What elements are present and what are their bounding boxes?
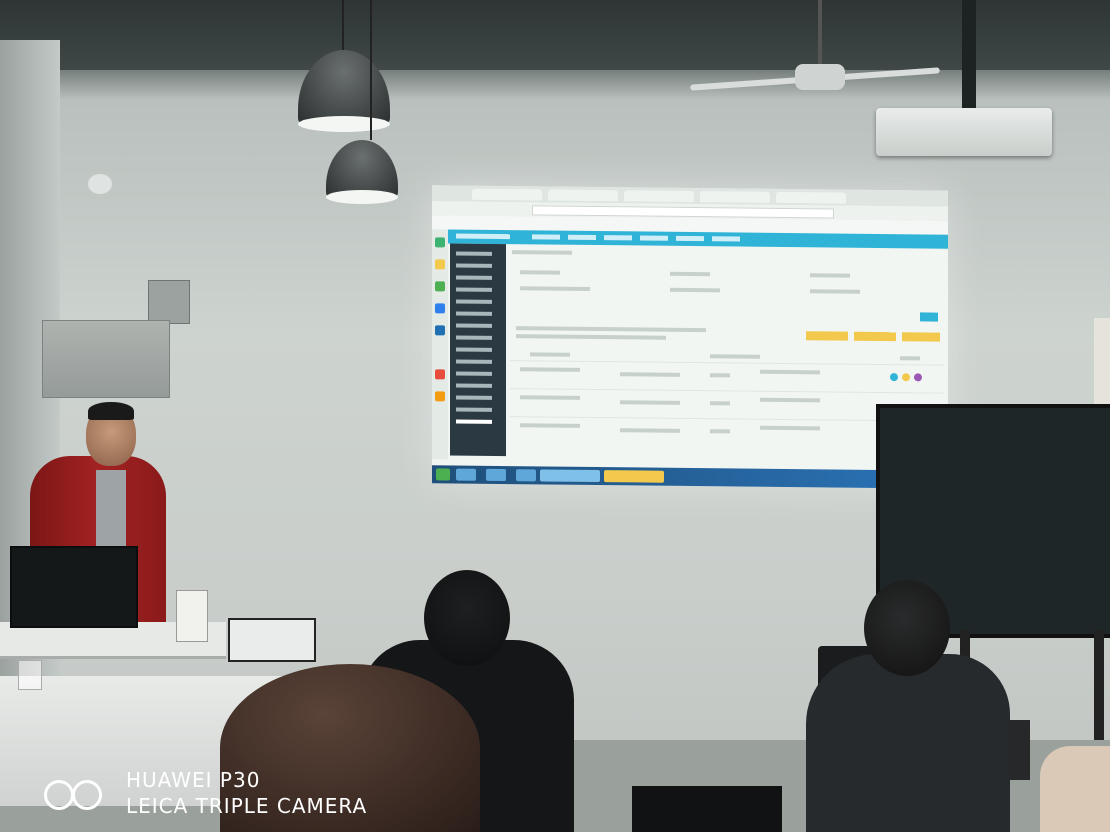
- browser-tab: [700, 191, 770, 203]
- app-icon: [435, 237, 445, 248]
- app-icon: [435, 303, 445, 314]
- presenter-hair: [88, 402, 134, 420]
- watermark-camera: LEICA TRIPLE CAMERA: [126, 794, 368, 818]
- browser-tab: [624, 190, 694, 203]
- left-app-icons: [432, 229, 448, 460]
- app-icon: [435, 391, 445, 402]
- browser-tab: [776, 191, 846, 204]
- action-icon[interactable]: [902, 373, 910, 382]
- milk-carton: [176, 590, 208, 642]
- projector: [876, 108, 1052, 156]
- plastic-cup: [18, 660, 42, 690]
- wall-sign: [1094, 318, 1110, 408]
- tv-stand-leg: [1094, 630, 1104, 740]
- windows-taskbar: [432, 465, 948, 489]
- table-row: [510, 360, 944, 388]
- wall-switch-box: [148, 280, 190, 324]
- toolbar-button[interactable]: [854, 331, 896, 342]
- audience-head-right: [864, 580, 950, 676]
- app-icon: [435, 281, 445, 292]
- toolbar-button[interactable]: [806, 331, 848, 341]
- app-sidebar: [450, 243, 506, 457]
- projector-mount: [962, 0, 976, 110]
- audience-member-right: [806, 654, 1010, 832]
- office-chair: [632, 786, 782, 832]
- toolbar-button[interactable]: [902, 332, 940, 342]
- desk-monitor: [10, 546, 138, 628]
- action-icon[interactable]: [890, 373, 898, 382]
- security-camera: [88, 174, 112, 194]
- camera-logo-icon: [44, 778, 108, 810]
- action-icon[interactable]: [914, 373, 922, 382]
- wall-electrical-panel: [42, 320, 170, 398]
- app-icon: [435, 259, 445, 270]
- browser-tab: [472, 188, 542, 201]
- app-icon: [435, 369, 445, 380]
- laptop: [228, 618, 316, 662]
- classroom-photo: HUAWEI P30 LEICA TRIPLE CAMERA: [0, 0, 1110, 832]
- coat: [1040, 746, 1110, 832]
- camera-watermark: HUAWEI P30 LEICA TRIPLE CAMERA: [44, 768, 384, 820]
- projected-screen: [432, 185, 948, 489]
- ceiling: [0, 0, 1110, 70]
- ceiling-fan-rod: [818, 0, 822, 70]
- audience-head-center: [424, 570, 510, 666]
- watermark-model: HUAWEI P30: [126, 768, 261, 792]
- ceiling-fan-hub: [795, 64, 845, 90]
- app-icon: [435, 325, 445, 336]
- browser-tab: [548, 189, 618, 202]
